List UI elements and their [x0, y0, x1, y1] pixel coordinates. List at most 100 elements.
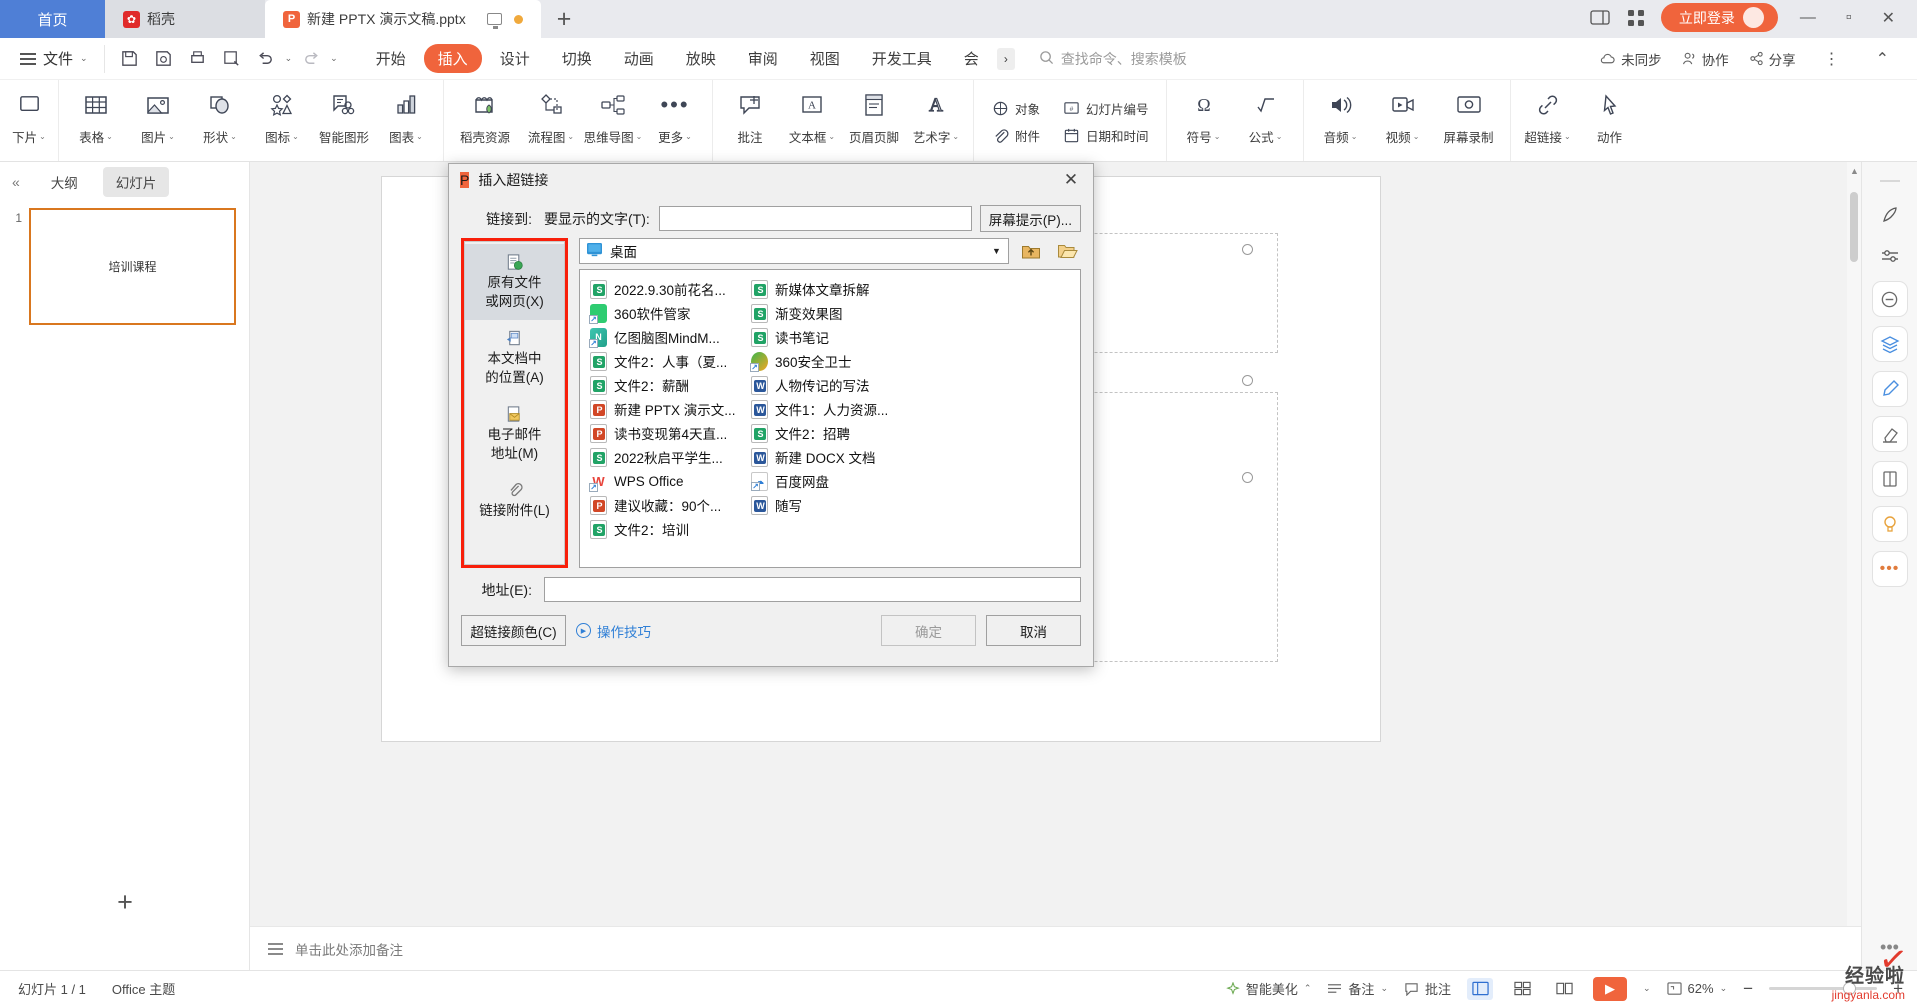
look-in-combo[interactable]: 桌面 ▼: [579, 238, 1009, 264]
dialog-overlay: P 插入超链接 ✕ 链接到: 要显示的文字(T): 屏幕提示(P)... 原有文…: [0, 0, 1917, 1006]
file-name-label: 360安全卫士: [775, 355, 852, 370]
file-item[interactable]: W ↗ WPS Office: [587, 469, 748, 493]
link-target-place-in-document[interactable]: 本文档中 的位置(A): [465, 320, 564, 396]
dialog-close-button[interactable]: ✕: [1057, 168, 1085, 192]
file-name-label: 360软件管家: [614, 307, 691, 322]
link-target-place-line1: 本文档中: [487, 351, 542, 366]
file-name-label: 文件2：招聘: [775, 427, 851, 442]
excel-file-icon: S: [751, 423, 768, 443]
address-input[interactable]: [544, 577, 1081, 602]
dialog-title-bar: P 插入超链接 ✕: [449, 164, 1093, 196]
file-item[interactable]: S 2022.9.30前花名...: [587, 277, 748, 301]
excel-file-icon: S: [590, 279, 607, 299]
360-security-icon: ↗: [750, 351, 768, 372]
up-one-level-button[interactable]: [1017, 238, 1045, 264]
link-target-existing-file-line2: 或网页(X): [485, 294, 544, 309]
link-target-existing-file[interactable]: 原有文件 或网页(X): [465, 244, 564, 320]
dialog-title-label: 插入超链接: [478, 172, 549, 188]
baidu-netdisk-icon: ☁ ↗: [751, 471, 768, 491]
file-name-label: 文件2：培训: [614, 523, 690, 538]
file-name-label: 人物传记的写法: [775, 379, 870, 394]
file-name-label: 文件2：人事（夏...: [614, 355, 728, 370]
file-item[interactable]: W 随写: [748, 493, 909, 517]
address-label: 地址(E):: [481, 581, 532, 598]
tips-link-label: 操作技巧: [597, 624, 651, 640]
file-item[interactable]: S 新媒体文章拆解: [748, 277, 909, 301]
tips-link[interactable]: ▶ 操作技巧: [576, 621, 651, 641]
address-row: 地址(E):: [449, 568, 1093, 602]
file-item[interactable]: S 文件2：人事（夏...: [587, 349, 748, 373]
file-name-label: WPS Office: [614, 473, 684, 489]
link-to-label: 链接到:: [486, 210, 532, 227]
file-browser: 桌面 ▼ S 2022.9.30前花名... ↗ 360软件管家 N ↗ 亿图脑…: [568, 238, 1081, 568]
dialog-body: 原有文件 或网页(X) 本文档中 的位置(A) 电子邮件 地址(M) 链接附件(…: [449, 238, 1093, 568]
dialog-action-buttons: 确定 取消: [881, 615, 1081, 646]
link-to-sidebar-highlight: 原有文件 或网页(X) 本文档中 的位置(A) 电子邮件 地址(M) 链接附件(…: [461, 238, 568, 568]
word-file-icon: W: [751, 375, 768, 395]
existing-file-icon: [469, 251, 560, 273]
screen-tip-button[interactable]: 屏幕提示(P)...: [979, 205, 1081, 232]
cancel-button[interactable]: 取消: [986, 615, 1081, 646]
file-item[interactable]: P 新建 PPTX 演示文...: [587, 397, 748, 421]
file-name-label: 随写: [775, 499, 802, 514]
file-item[interactable]: W 新建 DOCX 文档: [748, 445, 909, 469]
file-item[interactable]: S 文件2：招聘: [748, 421, 909, 445]
file-name-label: 文件2：薪酬: [614, 379, 690, 394]
word-file-icon: W: [751, 447, 768, 467]
link-target-attachment[interactable]: 链接附件(L): [465, 472, 564, 529]
attachment-icon: [469, 479, 560, 501]
link-target-existing-file-line1: 原有文件: [487, 275, 542, 290]
file-name-label: 2022.9.30前花名...: [614, 283, 726, 298]
file-name-label: 读书笔记: [775, 331, 829, 346]
file-item[interactable]: S 文件2：薪酬: [587, 373, 748, 397]
file-item[interactable]: ↗ 360安全卫士: [748, 349, 909, 373]
ok-button[interactable]: 确定: [881, 615, 976, 646]
place-in-doc-icon: [469, 327, 560, 349]
file-list[interactable]: S 2022.9.30前花名... ↗ 360软件管家 N ↗ 亿图脑图MindM...…: [579, 269, 1081, 568]
link-target-place-line2: 的位置(A): [485, 370, 544, 385]
file-item[interactable]: N ↗ 亿图脑图MindM...: [587, 325, 748, 349]
desktop-icon: [586, 242, 603, 260]
look-in-value: 桌面: [610, 245, 637, 260]
display-text-label: 要显示的文字(T):: [544, 210, 650, 227]
file-item[interactable]: P 建议收藏：90个...: [587, 493, 748, 517]
display-text-row: 链接到: 要显示的文字(T): 屏幕提示(P)...: [449, 196, 1093, 238]
chevron-down-icon[interactable]: ▼: [988, 246, 1005, 256]
file-item[interactable]: ☁ ↗ 百度网盘: [748, 469, 909, 493]
file-name-label: 文件1：人力资源...: [775, 403, 889, 418]
display-text-input[interactable]: [658, 206, 972, 231]
file-item[interactable]: S 读书笔记: [748, 325, 909, 349]
file-name-label: 建议收藏：90个...: [614, 499, 722, 514]
link-target-attachment-line1: 链接附件(L): [479, 503, 550, 518]
wps-presentation-window: 首页 ✿ 稻壳 P 新建 PPTX 演示文稿.pptx + 立即登录 — ▫ ✕…: [0, 0, 1917, 1006]
file-item[interactable]: S 渐变效果图: [748, 301, 909, 325]
file-name-label: 新媒体文章拆解: [775, 283, 870, 298]
file-name-label: 读书变现第4天直...: [614, 427, 728, 442]
wps-office-icon: W ↗: [589, 471, 607, 492]
word-file-icon: W: [751, 399, 768, 419]
file-item[interactable]: W 文件1：人力资源...: [748, 397, 909, 421]
powerpoint-file-icon: P: [590, 495, 607, 515]
hyperlink-color-button[interactable]: 超链接颜色(C): [461, 615, 566, 646]
mindmaster-icon: N ↗: [589, 327, 607, 348]
file-name-label: 亿图脑图MindM...: [614, 331, 720, 346]
excel-file-icon: S: [751, 327, 768, 347]
powerpoint-file-icon: P: [590, 399, 607, 419]
file-item[interactable]: P 读书变现第4天直...: [587, 421, 748, 445]
file-name-label: 新建 PPTX 演示文...: [614, 403, 736, 418]
powerpoint-file-icon: P: [590, 423, 607, 443]
excel-file-icon: S: [590, 447, 607, 467]
look-in-row: 桌面 ▼: [579, 238, 1081, 264]
excel-file-icon: S: [590, 375, 607, 395]
file-item[interactable]: ↗ 360软件管家: [587, 301, 748, 325]
browse-folder-button[interactable]: [1053, 238, 1081, 264]
file-item[interactable]: S 2022秋启平学生...: [587, 445, 748, 469]
file-item[interactable]: S 文件2：培训: [587, 517, 748, 541]
file-item[interactable]: W 人物传记的写法: [748, 373, 909, 397]
excel-file-icon: S: [751, 303, 768, 323]
file-name-label: 新建 DOCX 文档: [775, 451, 876, 466]
dialog-app-icon: P: [460, 172, 470, 188]
software-shortcut-icon: ↗: [589, 303, 607, 324]
link-target-email[interactable]: 电子邮件 地址(M): [465, 396, 564, 472]
excel-file-icon: S: [590, 519, 607, 539]
